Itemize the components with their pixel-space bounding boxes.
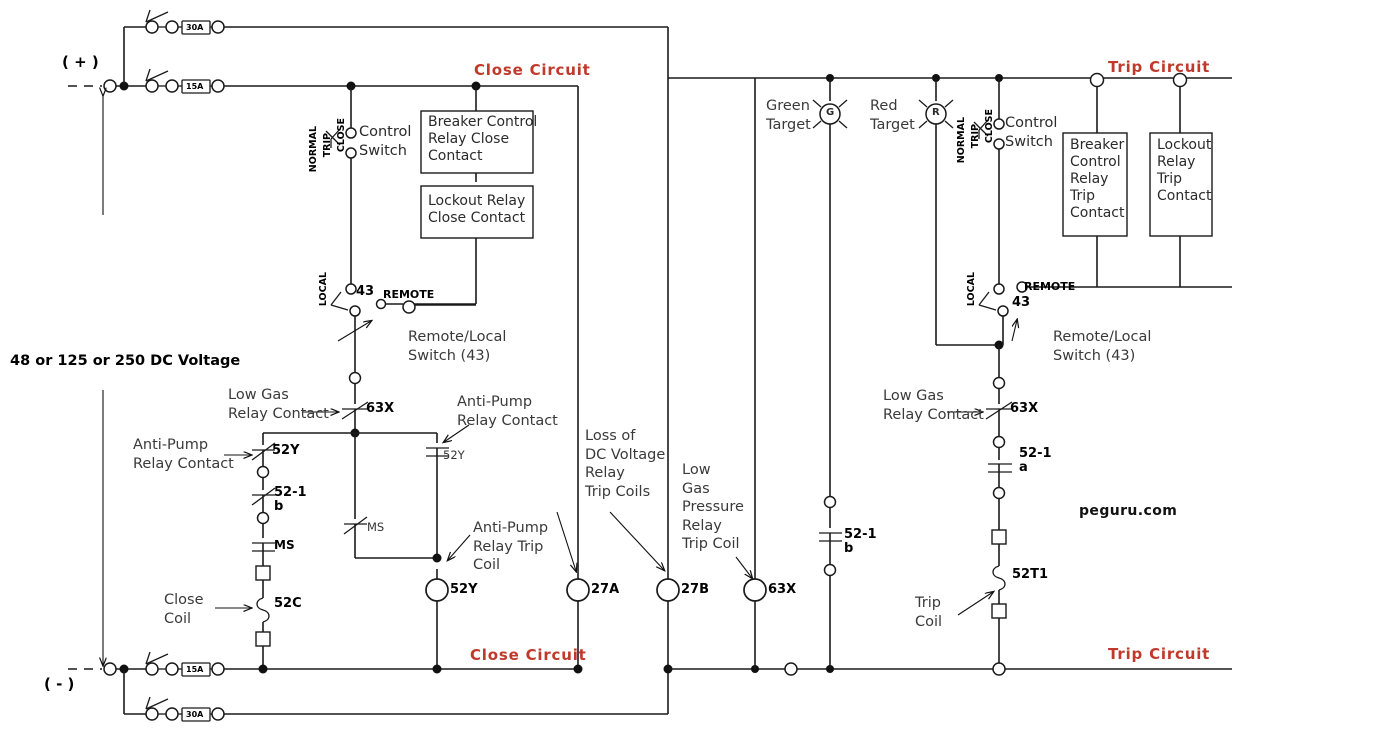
schematic-drawing xyxy=(68,9,1232,722)
close-43-device-label: 43 xyxy=(356,284,375,299)
close-remote-local-callout: Remote/Local Switch (43) xyxy=(408,329,507,364)
close-43-local-label: LOCAL xyxy=(318,272,329,307)
trip-low-gas-relay-contact-callout: Low Gas Relay Contact xyxy=(883,388,984,423)
trip-remote-local-callout: Remote/Local Switch (43) xyxy=(1053,329,1152,364)
close-coil-callout: Close Coil xyxy=(164,592,204,627)
27b-coil-tag: 27B xyxy=(681,582,709,597)
negative-terminal-label: ( - ) xyxy=(44,675,75,693)
cs-trip-close-label: CLOSE xyxy=(984,109,995,144)
close-control-switch-label: Control Switch xyxy=(359,124,412,159)
27a-coil-tag: 27A xyxy=(591,582,620,597)
trip-control-switch-label: Control Switch xyxy=(1005,115,1058,150)
breaker-control-relay-close-contact-box: Breaker Control Relay Close Contact xyxy=(428,114,538,165)
63x-coil-tag: 63X xyxy=(768,582,797,597)
cs-trip-trip-label: TRIP xyxy=(970,124,981,149)
close-52y-contact-tag: 52Y xyxy=(272,443,300,458)
watermark: peguru.com xyxy=(1079,503,1178,519)
fuse-rating-30a-top: 30A xyxy=(186,23,204,32)
trip-43-local-label: LOCAL xyxy=(966,272,977,307)
low-gas-pressure-relay-trip-coil-callout: Low Gas Pressure Relay Trip Coil xyxy=(682,462,744,553)
close-ms-tag: MS xyxy=(274,538,295,552)
close-low-gas-relay-contact-callout: Low Gas Relay Contact xyxy=(228,387,329,422)
fuse-rating-15a-bottom: 15A xyxy=(186,665,204,674)
dc-voltage-note: 48 or 125 or 250 DC Voltage xyxy=(10,353,241,369)
red-target-letter: R xyxy=(932,107,940,118)
close-63x-tag: 63X xyxy=(366,401,395,416)
trip-63x-tag: 63X xyxy=(1010,401,1039,416)
close-43-remote-label: REMOTE xyxy=(383,288,435,301)
breaker-control-relay-trip-contact-box: Breaker Control Relay Trip Contact xyxy=(1070,137,1125,222)
green-target-letter: G xyxy=(826,107,835,118)
loss-of-dc-voltage-relay-trip-coils-callout: Loss of DC Voltage Relay Trip Coils xyxy=(585,428,666,500)
cs-close-close-label: CLOSE xyxy=(336,118,347,153)
52y-coil-tag: 52Y xyxy=(450,582,478,597)
lockout-relay-trip-contact-box: Lockout Relay Trip Contact xyxy=(1157,137,1212,205)
trip-43-device-label: 43 xyxy=(1012,295,1031,310)
trip-43-remote-label: REMOTE xyxy=(1024,280,1076,293)
close-anti-pump-relay-contact-callout: Anti-Pump Relay Contact xyxy=(133,437,234,472)
lockout-relay-close-contact-box: Lockout Relay Close Contact xyxy=(428,193,526,227)
close-52-1b-tag: 52-1 b xyxy=(274,485,307,514)
close-ms-seal-tag: MS xyxy=(367,520,385,534)
close-circuit-label-bottom: Close Circuit xyxy=(470,646,587,664)
cs-trip-normal-label: NORMAL xyxy=(956,117,967,164)
close-52c-tag: 52C xyxy=(274,596,302,611)
anti-pump-relay-trip-coil-callout: Anti-Pump Relay Trip Coil xyxy=(473,520,549,574)
green-52-1b-tag: 52-1 b xyxy=(844,527,877,556)
close-anti-pump-contact-2-callout: Anti-Pump Relay Contact xyxy=(457,394,558,429)
close-52y-contact2-tag: 52Y xyxy=(443,448,465,462)
fuse-rating-15a-top: 15A xyxy=(186,82,204,91)
trip-52-1a-tag: 52-1 a xyxy=(1019,446,1052,475)
trip-circuit-label-bottom: Trip Circuit xyxy=(1108,645,1211,663)
fuse-rating-30a-bottom: 30A xyxy=(186,710,204,719)
cs-close-normal-label: NORMAL xyxy=(308,126,319,173)
trip-52t1-tag: 52T1 xyxy=(1012,567,1049,582)
schematic-canvas: ( + ) ( - ) 48 or 125 or 250 DC Voltage … xyxy=(0,0,1380,749)
red-target-label: Red Target xyxy=(870,98,915,133)
trip-coil-callout: Trip Coil xyxy=(915,595,943,630)
green-target-label: Green Target xyxy=(766,98,811,133)
trip-circuit-label-top: Trip Circuit xyxy=(1108,58,1211,76)
positive-terminal-label: ( + ) xyxy=(62,53,99,71)
close-circuit-label-top: Close Circuit xyxy=(474,61,591,79)
cs-close-trip-label: TRIP xyxy=(322,133,333,158)
